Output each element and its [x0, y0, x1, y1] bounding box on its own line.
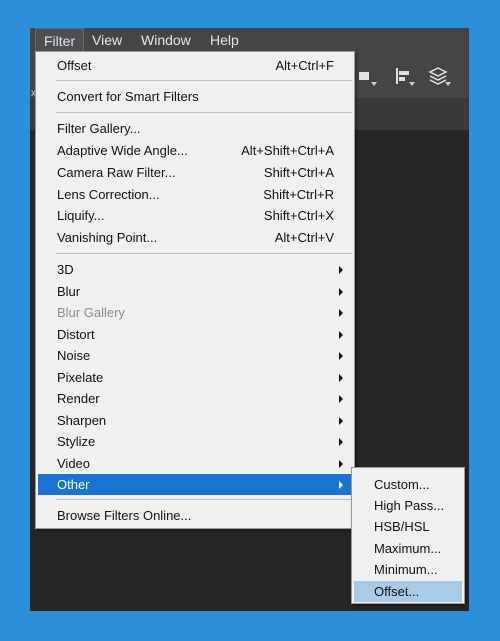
- other-submenu: Custom... High Pass... HSB/HSL Maximum..…: [351, 467, 465, 604]
- menu-item-stylize[interactable]: Stylize: [38, 431, 352, 452]
- menu-item-label: Sharpen: [57, 413, 107, 428]
- menu-item-label: Convert for Smart Filters: [57, 89, 199, 104]
- menu-divider: [56, 499, 352, 500]
- menu-item-blur-gallery: Blur Gallery: [38, 302, 352, 323]
- menu-item-noise[interactable]: Noise: [38, 345, 352, 366]
- menu-item-liquify[interactable]: Liquify... Shift+Ctrl+X: [38, 205, 352, 226]
- menu-item-convert-smart-filters[interactable]: Convert for Smart Filters: [38, 86, 352, 107]
- menu-item-vanishing-point[interactable]: Vanishing Point... Alt+Ctrl+V: [38, 227, 352, 248]
- submenu-item-label: Maximum...: [374, 541, 442, 556]
- menu-divider: [56, 112, 352, 113]
- menu-item-label: Render: [57, 391, 100, 406]
- submenu-item-maximum[interactable]: Maximum...: [354, 538, 462, 559]
- menu-item-label: Other: [57, 477, 90, 492]
- menu-item-sharpen[interactable]: Sharpen: [38, 410, 352, 431]
- chevron-right-icon: [339, 331, 343, 339]
- submenu-item-hsb-hsl[interactable]: HSB/HSL: [354, 516, 462, 537]
- menu-item-shortcut: Alt+Shift+Ctrl+A: [241, 143, 334, 158]
- menu-item-label: Blur Gallery: [57, 305, 125, 320]
- menu-item-render[interactable]: Render: [38, 388, 352, 409]
- menu-item-video[interactable]: Video: [38, 453, 352, 474]
- chevron-down-icon[interactable]: [409, 82, 415, 86]
- menu-item-shortcut: Shift+Ctrl+R: [263, 187, 334, 202]
- menu-item-distort[interactable]: Distort: [38, 324, 352, 345]
- chevron-right-icon: [339, 438, 343, 446]
- menubar-view[interactable]: View: [84, 28, 130, 52]
- chevron-right-icon: [339, 266, 343, 274]
- chevron-right-icon: [339, 352, 343, 360]
- chevron-right-icon: [339, 309, 343, 317]
- menu-item-shortcut: Shift+Ctrl+A: [263, 165, 334, 180]
- submenu-item-minimum[interactable]: Minimum...: [354, 559, 462, 580]
- chevron-right-icon: [339, 460, 343, 468]
- submenu-item-label: HSB/HSL: [374, 519, 430, 534]
- menu-item-label: Vanishing Point...: [57, 230, 158, 245]
- menu-item-label: 3D: [57, 262, 74, 277]
- menu-item-label: Pixelate: [57, 370, 104, 385]
- menu-item-shortcut: Alt+Ctrl+V: [274, 230, 334, 245]
- menu-item-shortcut: Alt+Ctrl+F: [275, 58, 334, 73]
- menu-item-label: Distort: [57, 327, 95, 342]
- menu-item-label: Lens Correction...: [57, 187, 160, 202]
- filter-menu: Offset Alt+Ctrl+F Convert for Smart Filt…: [35, 51, 355, 529]
- menu-item-label: Adaptive Wide Angle...: [57, 143, 188, 158]
- menu-item-filter-gallery[interactable]: Filter Gallery...: [38, 118, 352, 139]
- chevron-right-icon: [339, 417, 343, 425]
- menubar: Filter View Window Help: [30, 28, 469, 52]
- submenu-item-label: High Pass...: [374, 498, 445, 513]
- menu-item-pixelate[interactable]: Pixelate: [38, 367, 352, 388]
- menu-item-adaptive-wide-angle[interactable]: Adaptive Wide Angle... Alt+Shift+Ctrl+A: [38, 140, 352, 161]
- menubar-window[interactable]: Window: [133, 28, 199, 52]
- chevron-right-icon: [339, 288, 343, 296]
- submenu-item-label: Custom...: [374, 477, 430, 492]
- chevron-down-icon[interactable]: [371, 82, 377, 86]
- menu-item-3d[interactable]: 3D: [38, 259, 352, 280]
- chevron-right-icon: [339, 374, 343, 382]
- menu-item-label: Offset: [57, 58, 92, 73]
- menu-item-label: Blur: [57, 284, 81, 299]
- chevron-right-icon: [339, 481, 343, 489]
- chevron-right-icon: [339, 395, 343, 403]
- menu-item-label: Stylize: [57, 434, 96, 449]
- submenu-item-label: Offset...: [374, 584, 420, 599]
- menu-item-label: Liquify...: [57, 208, 105, 223]
- menu-item-other[interactable]: Other: [38, 474, 352, 495]
- menu-item-offset[interactable]: Offset Alt+Ctrl+F: [38, 55, 352, 76]
- menu-divider: [56, 253, 352, 254]
- submenu-item-custom[interactable]: Custom...: [354, 474, 462, 495]
- menu-item-blur[interactable]: Blur: [38, 281, 352, 302]
- menu-item-lens-correction[interactable]: Lens Correction... Shift+Ctrl+R: [38, 184, 352, 205]
- chevron-down-icon[interactable]: [445, 82, 451, 86]
- menu-item-shortcut: Shift+Ctrl+X: [263, 208, 334, 223]
- menu-item-browse-filters-online[interactable]: Browse Filters Online...: [38, 505, 352, 526]
- menubar-filter[interactable]: Filter: [35, 28, 85, 52]
- menu-item-label: Browse Filters Online...: [57, 508, 192, 523]
- menu-item-label: Noise: [57, 348, 91, 363]
- menu-item-label: Filter Gallery...: [57, 121, 141, 136]
- menu-item-label: Video: [57, 456, 91, 471]
- menu-item-label: Camera Raw Filter...: [57, 165, 176, 180]
- submenu-item-label: Minimum...: [374, 562, 438, 577]
- menu-item-camera-raw-filter[interactable]: Camera Raw Filter... Shift+Ctrl+A: [38, 162, 352, 183]
- menu-divider: [56, 80, 352, 81]
- submenu-item-offset[interactable]: Offset...: [354, 581, 462, 602]
- submenu-item-high-pass[interactable]: High Pass...: [354, 495, 462, 516]
- menubar-help[interactable]: Help: [202, 28, 247, 52]
